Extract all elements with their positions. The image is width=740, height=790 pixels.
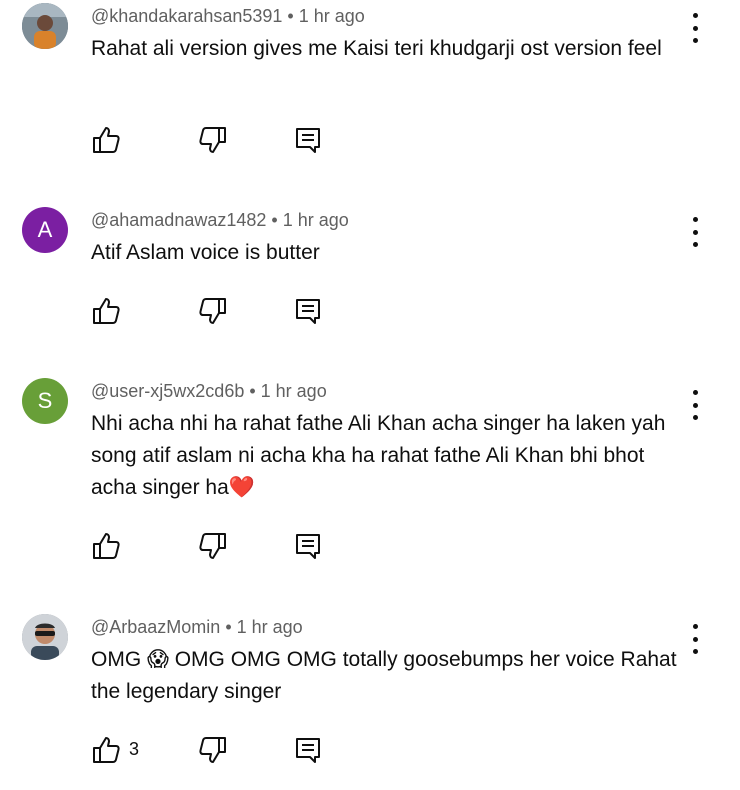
comment-author[interactable]: @khandakarahsan5391 [91,6,282,26]
thumb-down-icon[interactable] [196,530,228,562]
comment-author[interactable]: @user-xj5wx2cd6b [91,381,244,401]
reply-icon[interactable] [292,124,324,156]
comment-author[interactable]: @ArbaazMomin [91,617,220,637]
comment-time: 1 hr ago [260,381,327,401]
avatar-letter: A [37,217,53,242]
reply-icon[interactable] [292,530,324,562]
meta-separator: • [244,381,261,401]
thumb-down-icon[interactable] [196,124,228,156]
avatar[interactable] [22,614,68,660]
avatar[interactable] [22,3,68,49]
comment-text: Atif Aslam voice is butter [91,241,320,264]
comment-meta: @ahamadnawaz1482 • 1 hr ago [91,210,349,231]
comment-meta: @user-xj5wx2cd6b • 1 hr ago [91,381,327,402]
thumb-down-icon[interactable] [196,734,228,766]
comment-time: 1 hr ago [298,6,365,26]
more-vert-icon[interactable] [683,624,707,654]
thumb-up-icon[interactable] [91,734,123,766]
comment-time: 1 hr ago [236,617,303,637]
thumb-up-icon[interactable] [91,530,123,562]
comment-author[interactable]: @ahamadnawaz1482 [91,210,266,230]
like-count: 3 [129,739,140,759]
comment-text: Nhi acha nhi ha rahat fathe Ali Khan ach… [91,412,666,499]
meta-separator: • [220,617,237,637]
avatar-letter: S [37,388,53,413]
thumb-up-icon[interactable] [91,124,123,156]
comment-meta: @khandakarahsan5391 • 1 hr ago [91,6,365,27]
avatar[interactable]: A [22,207,68,253]
thumb-down-icon[interactable] [196,295,228,327]
more-vert-icon[interactable] [683,13,707,43]
meta-separator: • [282,6,299,26]
reply-icon[interactable] [292,295,324,327]
more-vert-icon[interactable] [683,390,707,420]
reply-icon[interactable] [292,734,324,766]
comment-text: Rahat ali version gives me Kaisi teri kh… [91,37,662,60]
comment-time: 1 hr ago [282,210,349,230]
more-vert-icon[interactable] [683,217,707,247]
thumb-up-icon[interactable] [91,295,123,327]
avatar[interactable]: S [22,378,68,424]
comment-meta: @ArbaazMomin • 1 hr ago [91,617,303,638]
meta-separator: • [266,210,283,230]
comment-text: OMG 😱 OMG OMG OMG totally goosebumps her… [91,648,677,703]
